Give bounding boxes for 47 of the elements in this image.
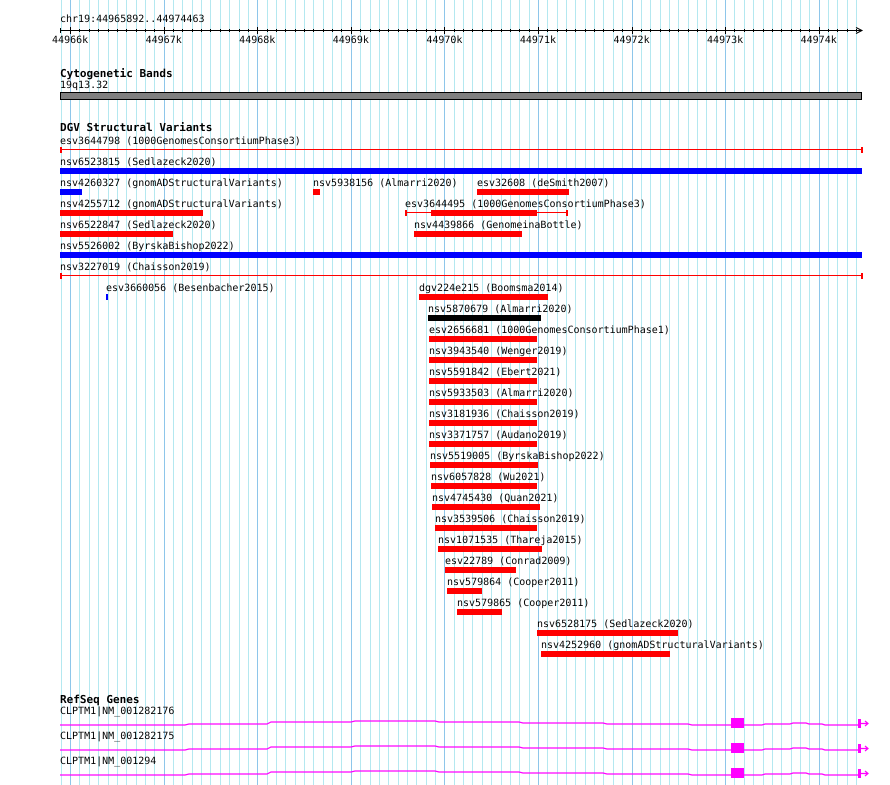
variant-label: nsv5870679 (Almarri2020): [428, 304, 572, 315]
variant-label: esv3644495 (1000GenomesConsortiumPhase3): [405, 199, 646, 210]
tick-label: 44974k: [800, 35, 838, 47]
variant-label: esv3660056 (Besenbacher2015): [106, 283, 275, 294]
tick-label: 44971k: [518, 35, 558, 47]
transcript-label: CLPTM1|NM_001282176: [60, 706, 174, 717]
variant-label: nsv1071535 (Thareja2015): [438, 535, 582, 546]
variant-label: nsv4745430 (Quan2021): [432, 493, 558, 504]
tick-label: 44967k: [144, 35, 183, 47]
variant-label: nsv3371757 (Audano2019): [429, 430, 568, 441]
variant-label: nsv4260327 (gnomADStructuralVariants): [60, 178, 283, 189]
transcript-label: CLPTM1|NM_001282175: [60, 731, 174, 742]
variant-label: nsv5526002 (ByrskaBishop2022): [60, 241, 235, 252]
variant-label: esv2656681 (1000GenomesConsortiumPhase1): [429, 325, 670, 336]
variant-label: nsv5933503 (Almarri2020): [429, 388, 574, 399]
variant-label: nsv5938156 (Almarri2020): [313, 178, 458, 189]
variant-label: nsv4255712 (gnomADStructuralVariants): [60, 199, 283, 210]
variant-label: nsv3943540 (Wenger2019): [429, 346, 568, 357]
tick-label: 44969k: [332, 35, 370, 47]
variant-label: nsv579864 (Cooper2011): [447, 577, 580, 588]
variant-label: nsv6057828 (Wu2021): [431, 472, 546, 483]
variant-label: esv3644798 (1000GenomesConsortiumPhase3): [60, 136, 301, 147]
transcript-label: CLPTM1|NM_001294: [60, 756, 156, 767]
variant-label: nsv6523815 (Sedlazeck2020): [60, 157, 217, 168]
variant-label: nsv3539506 (Chaisson2019): [435, 514, 586, 525]
variant-label: esv32608 (deSmith2007): [477, 178, 610, 189]
variant-label: nsv4252960 (gnomADStructuralVariants): [541, 640, 764, 651]
variant-label: nsv5519005 (ByrskaBishop2022): [430, 451, 605, 462]
variant-label: nsv5591842 (Ebert2021): [429, 367, 562, 378]
track-title: DGV Structural Variants: [60, 121, 212, 134]
band-label: 19q13.32: [60, 80, 108, 92]
tick-label: 44972k: [612, 35, 651, 47]
variant-label: dgv224e215 (Boomsma2014): [419, 283, 564, 294]
track-title: Cytogenetic Bands: [60, 67, 173, 80]
region-label: chr19:44965892..44974463: [60, 14, 204, 26]
variant-label: nsv6528175 (Sedlazeck2020): [537, 619, 694, 630]
variant-label: esv22789 (Conrad2009): [445, 556, 572, 567]
tick-label: 44968k: [238, 35, 276, 47]
tick-label: 44970k: [425, 35, 464, 47]
variant-label: nsv3227019 (Chaisson2019): [60, 262, 211, 273]
variant-label: nsv6522847 (Sedlazeck2020): [60, 220, 217, 231]
tick-label: 44966k: [51, 35, 90, 47]
tick-label: 44973k: [706, 35, 744, 47]
variant-label: nsv579865 (Cooper2011): [457, 598, 590, 609]
variant-label: nsv4439866 (GenomeinaBottle): [414, 220, 583, 231]
track-title: RefSeq Genes: [60, 693, 140, 706]
variant-label: nsv3181936 (Chaisson2019): [429, 409, 580, 420]
